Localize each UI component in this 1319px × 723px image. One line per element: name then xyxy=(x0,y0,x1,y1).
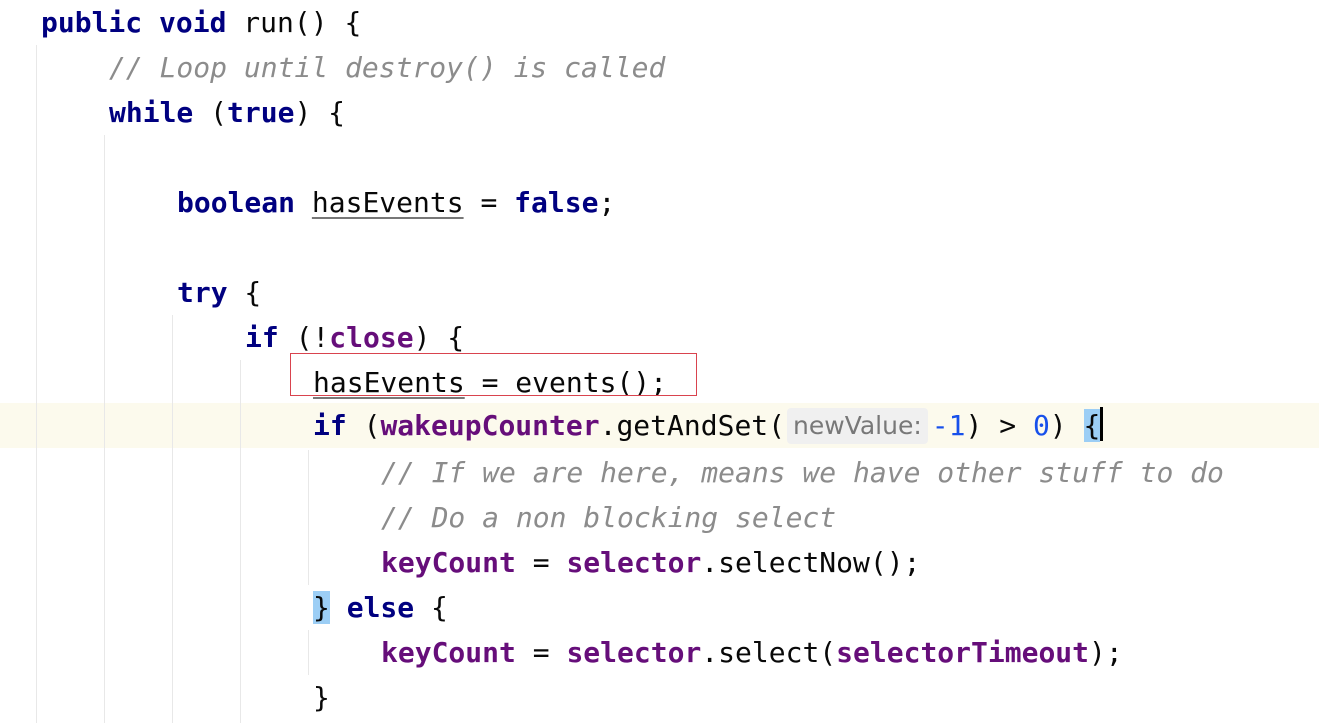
indent-guide xyxy=(308,450,309,585)
code-text: ) { xyxy=(413,321,465,354)
code-text: } xyxy=(313,681,330,714)
code-text: ) xyxy=(1049,409,1084,442)
code-line-1[interactable]: public void run() { xyxy=(41,0,361,45)
comment: // Do a non blocking select xyxy=(381,501,837,534)
annotation-box xyxy=(290,353,697,396)
code-text: = xyxy=(515,546,567,579)
keyword: if xyxy=(313,409,347,442)
comment: // If we are here, means we have other s… xyxy=(381,456,1224,489)
code-line-13[interactable]: keyCount = selector.selectNow(); xyxy=(381,540,920,585)
keyword: true xyxy=(227,96,295,129)
indent-guide xyxy=(172,315,173,723)
code-text: (! xyxy=(278,321,330,354)
field: keyCount xyxy=(381,546,516,579)
parameter-hint: newValue: xyxy=(787,408,928,444)
keyword: else xyxy=(346,591,415,624)
text-caret xyxy=(1100,407,1104,441)
field: selector xyxy=(566,636,702,669)
code-text: ) { xyxy=(294,96,346,129)
code-text: .getAndSet( xyxy=(599,409,786,442)
keyword: if xyxy=(245,321,279,354)
code-text: run() { xyxy=(226,6,362,39)
variable: hasEvents xyxy=(311,186,464,219)
indent-guide xyxy=(240,360,241,723)
matched-brace: } xyxy=(313,591,330,624)
code-line-15[interactable]: keyCount = selector.select(selectorTimeo… xyxy=(381,630,1123,675)
code-text: { xyxy=(414,591,448,624)
code-line-7[interactable]: try { xyxy=(177,270,261,315)
indent-guide xyxy=(308,630,309,675)
code-line-10[interactable]: if (wakeupCounter.getAndSet(newValue: -1)… xyxy=(313,403,1104,448)
indent-guide xyxy=(104,135,105,723)
keyword: while xyxy=(109,96,194,129)
code-line-12[interactable]: // Do a non blocking select xyxy=(381,495,836,540)
code-line-2[interactable]: // Loop until destroy() is called xyxy=(109,45,665,90)
keyword: public xyxy=(41,6,143,39)
field: wakeupCounter xyxy=(380,409,600,442)
field: keyCount xyxy=(381,636,516,669)
field: selectorTimeout xyxy=(836,636,1090,669)
code-text: = xyxy=(515,636,567,669)
field: close xyxy=(329,321,414,354)
comment: // Loop until destroy() is called xyxy=(109,51,666,84)
code-line-11[interactable]: // If we are here, means we have other s… xyxy=(381,450,1224,495)
code-line-16[interactable]: } xyxy=(313,675,330,720)
code-text: ); xyxy=(1089,636,1123,669)
code-line-3[interactable]: while (true) { xyxy=(109,90,345,135)
number-literal: -1 xyxy=(931,409,966,442)
code-text: ( xyxy=(346,409,381,442)
keyword: void xyxy=(159,6,227,39)
keyword: try xyxy=(177,276,228,309)
keyword: false xyxy=(514,186,599,219)
matched-brace: { xyxy=(1083,409,1101,442)
code-text: ; xyxy=(598,186,616,219)
field: selector xyxy=(566,546,702,579)
code-line-5[interactable]: boolean hasEvents = false; xyxy=(177,180,615,225)
code-text: { xyxy=(227,276,262,309)
code-text: .select( xyxy=(701,636,837,669)
keyword: boolean xyxy=(177,186,296,219)
code-text: = xyxy=(463,186,515,219)
indent-guide xyxy=(36,45,37,723)
number-literal: 0 xyxy=(1032,409,1050,442)
code-text: .selectNow(); xyxy=(701,546,921,579)
code-editor[interactable]: public void run() { // Loop until destro… xyxy=(0,0,1319,723)
code-line-14[interactable]: } else { xyxy=(313,585,448,630)
code-text: ( xyxy=(193,96,228,129)
code-text: ) > xyxy=(965,409,1033,442)
